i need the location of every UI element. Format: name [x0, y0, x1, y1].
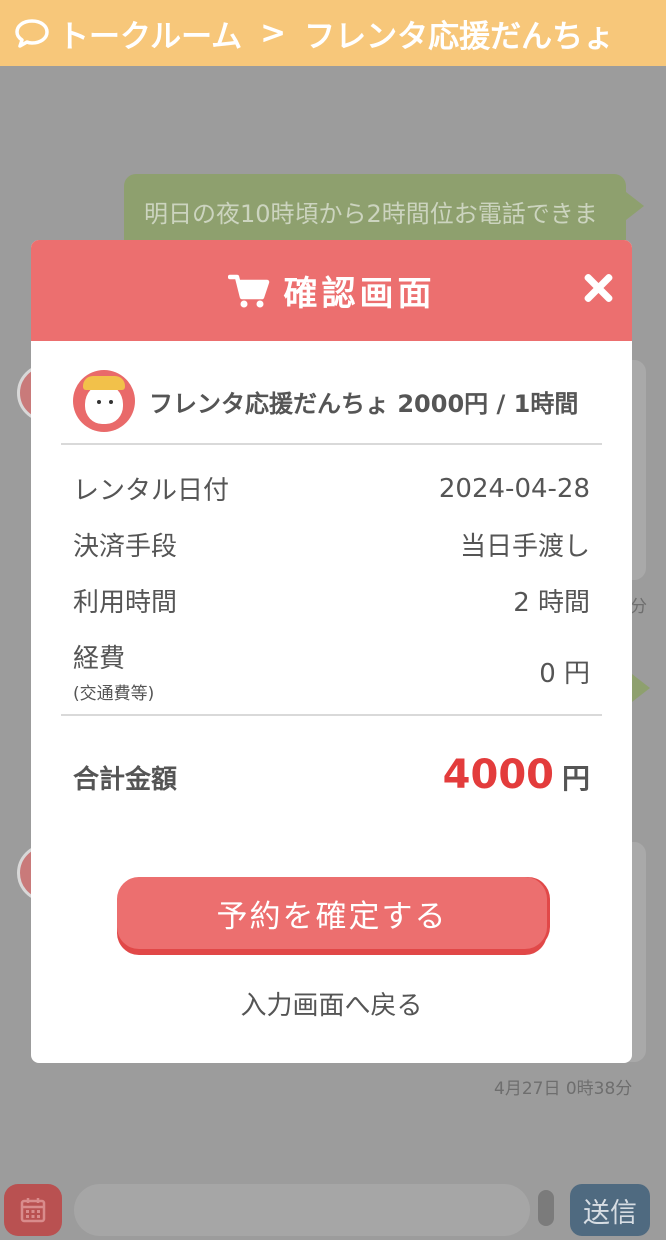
detail-value: 0 円: [539, 658, 590, 689]
modal-title: 確認画面: [283, 274, 436, 314]
detail-row-payment: 決済手段 当日手渡し: [73, 526, 590, 563]
detail-row-expenses: 経費 (交通費等) 0 円: [73, 638, 590, 704]
bubble-tail: [626, 192, 644, 220]
detail-value: 2 時間: [513, 588, 590, 618]
confirmation-modal: 確認画面 フレンタ応援だんちょ 2000円 / 1時間 レンタル日付 2024-…: [31, 240, 632, 1063]
detail-value: 2024-04-28: [438, 473, 590, 504]
message-time: 分: [630, 597, 647, 617]
detail-label: 利用時間: [73, 588, 178, 618]
product-avatar: [73, 370, 135, 432]
detail-row-date: レンタル日付 2024-04-28: [73, 470, 590, 507]
confirm-reservation-button[interactable]: 予約を確定する: [117, 877, 547, 949]
cart-icon: [227, 274, 269, 307]
chat-bubble-icon: [15, 19, 49, 48]
calendar-icon: [20, 1198, 46, 1223]
header-title-prefix[interactable]: トークルーム: [58, 11, 242, 56]
detail-value: 当日手渡し: [459, 532, 590, 562]
total-label: 合計金額: [73, 765, 178, 795]
send-button[interactable]: 送信: [570, 1184, 650, 1236]
total-amount: 4000: [442, 752, 554, 798]
detail-label: レンタル日付: [73, 476, 230, 506]
close-icon[interactable]: [582, 272, 614, 304]
breadcrumb-separator: >: [260, 15, 287, 51]
back-to-input-link[interactable]: 入力画面へ戻る: [31, 985, 632, 1022]
total-row: 合計金額 4000 円: [73, 752, 590, 798]
message-input[interactable]: [74, 1184, 530, 1236]
total-unit: 円: [561, 762, 590, 795]
detail-label: 決済手段: [73, 532, 178, 562]
product-summary: フレンタ応援だんちょ 2000円 / 1時間: [61, 365, 602, 445]
detail-label-group: 経費 (交通費等): [73, 638, 154, 704]
detail-sublabel: (交通費等): [73, 684, 155, 704]
modal-header: 確認画面: [31, 240, 632, 341]
detail-label: 経費: [73, 644, 126, 674]
product-name: フレンタ応援だんちょ 2000円 / 1時間: [149, 389, 579, 418]
message-time: 4月27日 0時38分: [494, 1079, 633, 1099]
app-header: トークルーム > フレンタ応援だんちょ: [0, 0, 666, 66]
bubble-tail: [632, 674, 650, 702]
total-value: 4000 円: [443, 752, 590, 798]
scrollbar-handle[interactable]: [538, 1190, 554, 1226]
divider: [61, 714, 602, 716]
calendar-button[interactable]: [4, 1184, 62, 1236]
detail-row-duration: 利用時間 2 時間: [73, 582, 590, 619]
header-title-suffix: フレンタ応援だんちょ: [304, 18, 615, 55]
